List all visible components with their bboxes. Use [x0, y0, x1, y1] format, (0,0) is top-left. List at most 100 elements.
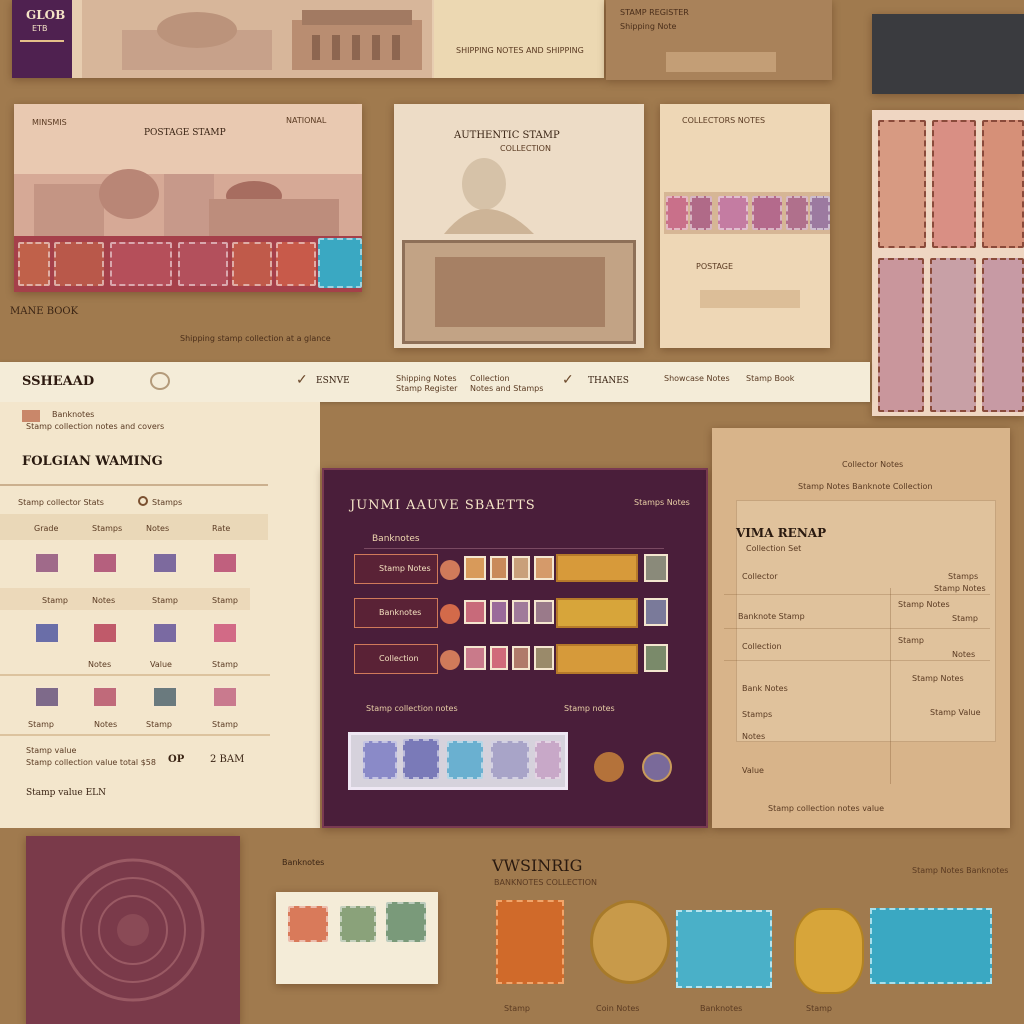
col-header[interactable]: Rate — [212, 524, 230, 533]
total-label: Stamp value — [26, 746, 77, 755]
palace-stamp-card[interactable]: MINSMIS POSTAGE STAMP NATIONAL — [14, 104, 362, 292]
card1-heading-left: MINSMIS — [32, 118, 67, 127]
row-label-box[interactable]: Banknotes — [354, 598, 438, 628]
ledger-row-right[interactable]: Notes — [952, 650, 975, 659]
row-stamp[interactable] — [512, 646, 530, 670]
row-stamp[interactable] — [464, 556, 486, 580]
row-label: Collection — [379, 654, 419, 663]
nav-item-3a[interactable]: Collection — [470, 374, 510, 383]
ledger-row-left[interactable]: Collection — [742, 642, 782, 651]
banknote-bar[interactable] — [556, 644, 638, 674]
total-sub: Stamp collection value total $58 — [26, 758, 156, 767]
grid-stamp[interactable] — [34, 686, 60, 708]
row-label-box[interactable]: Collection — [354, 644, 438, 674]
main-footer-right: Stamp notes — [564, 704, 615, 713]
gold-medal[interactable] — [794, 908, 864, 994]
nav-brand[interactable]: SSHEAAD — [22, 374, 94, 389]
ledger-rule — [724, 628, 990, 629]
col-header[interactable]: Grade — [34, 524, 58, 533]
check-icon[interactable]: ✓ — [562, 372, 574, 388]
grid-label: Stamp — [42, 596, 68, 605]
ledger-row-right[interactable]: Stamp Value — [930, 708, 981, 717]
grid-stamp[interactable] — [92, 552, 118, 574]
row-stamp[interactable] — [644, 554, 668, 582]
nav-item-5a[interactable]: Showcase Notes — [664, 374, 730, 383]
ledger-row-right[interactable]: Stamp Notes — [912, 674, 964, 683]
grid-stamp[interactable] — [92, 686, 118, 708]
ledger-row-right[interactable]: Stamp Notes — [934, 584, 986, 593]
row-stamp[interactable] — [534, 600, 554, 624]
row-stamp[interactable] — [534, 646, 554, 670]
row-stamp[interactable] — [490, 646, 508, 670]
nav-item-esnve[interactable]: ESNVE — [316, 376, 350, 386]
blue-stamp[interactable] — [870, 908, 992, 984]
mini-stamp — [752, 196, 782, 230]
coin-icon[interactable] — [440, 560, 460, 580]
card3-stamp-row — [664, 192, 830, 234]
col-header[interactable]: Stamps — [92, 524, 122, 533]
grid-stamp[interactable] — [92, 622, 118, 644]
grid-label: Stamp — [212, 660, 238, 669]
banknote-bar[interactable] — [556, 554, 638, 582]
ledger-row-left[interactable]: Collector — [742, 572, 778, 581]
grid-stamp[interactable] — [34, 622, 60, 644]
coin-icon[interactable] — [440, 604, 460, 624]
stamp-showcase[interactable] — [348, 732, 568, 790]
grid-stamp[interactable] — [212, 552, 238, 574]
ledger-row-right[interactable]: Stamp — [952, 614, 978, 623]
logo-sub: ETB — [32, 24, 48, 33]
row-stamp[interactable] — [464, 600, 486, 624]
col-header[interactable]: Notes — [146, 524, 169, 533]
ledger-row-left[interactable]: Notes — [742, 732, 765, 741]
gear-icon[interactable] — [150, 372, 170, 390]
bottom-right-label: Stamp Notes Banknotes — [912, 866, 1009, 875]
left-filter-value[interactable]: Stamps — [152, 498, 182, 507]
grid-stamp[interactable] — [212, 622, 238, 644]
stamp-sheet[interactable] — [872, 110, 1024, 416]
grid-stamp[interactable] — [152, 686, 178, 708]
nav-item-3b[interactable]: Notes and Stamps — [470, 384, 543, 393]
ledger-row-right[interactable]: Stamp Notes — [898, 600, 950, 609]
banknote-bar[interactable] — [556, 598, 638, 628]
coin-icon[interactable] — [440, 650, 460, 670]
row-label-box[interactable]: Stamp Notes — [354, 554, 438, 584]
ledger-row-right[interactable]: Stamps — [948, 572, 978, 581]
grid-stamp[interactable] — [152, 622, 178, 644]
row-stamp[interactable] — [490, 600, 508, 624]
grid-stamp[interactable] — [152, 552, 178, 574]
grid-stamp[interactable] — [212, 686, 238, 708]
row-stamp[interactable] — [464, 646, 486, 670]
nav-item-2b[interactable]: Stamp Register — [396, 384, 457, 393]
grid-label: Stamp — [146, 720, 172, 729]
ledger-row-left[interactable]: Bank Notes — [742, 684, 788, 693]
teal-stamp[interactable] — [676, 910, 772, 988]
check-icon[interactable]: ✓ — [296, 372, 308, 388]
nav-item-thanes[interactable]: THANES — [588, 376, 629, 386]
row-stamp[interactable] — [644, 644, 668, 672]
card1-heading-right: NATIONAL — [286, 116, 327, 125]
coin-icon[interactable] — [642, 752, 672, 782]
row-stamp[interactable] — [512, 600, 530, 624]
row-stamp[interactable] — [644, 598, 668, 626]
collection-card[interactable]: AUTHENTIC STAMP COLLECTION — [394, 104, 644, 348]
ledger-top-note: Collector Notes — [842, 460, 904, 469]
stamp-card[interactable] — [276, 892, 438, 984]
ledger-row-left[interactable]: Banknote Stamp — [738, 612, 805, 621]
collectors-notes-card[interactable]: COLLECTORS NOTES POSTAGE — [660, 104, 830, 348]
row-stamp[interactable] — [490, 556, 508, 580]
nav-item-2a[interactable]: Shipping Notes — [396, 374, 457, 383]
orange-stamp[interactable] — [496, 900, 564, 984]
row-stamp[interactable] — [512, 556, 530, 580]
nav-item-5b[interactable]: Stamp Book — [746, 374, 794, 383]
embossed-cover[interactable] — [26, 836, 240, 1024]
grid-stamp[interactable] — [34, 552, 60, 574]
ledger-row-left[interactable]: Value — [742, 766, 764, 775]
row-stamp[interactable] — [534, 556, 554, 580]
logo-block[interactable]: GLOB ETB — [12, 0, 72, 78]
coin-icon[interactable] — [594, 752, 624, 782]
ledger-row-right[interactable]: Stamp — [898, 636, 924, 645]
ledger-top-sub: Stamp Notes Banknote Collection — [798, 482, 933, 491]
gold-coin[interactable] — [590, 900, 670, 984]
filter-radio-icon[interactable] — [138, 496, 148, 506]
ledger-row-left[interactable]: Stamps — [742, 710, 772, 719]
